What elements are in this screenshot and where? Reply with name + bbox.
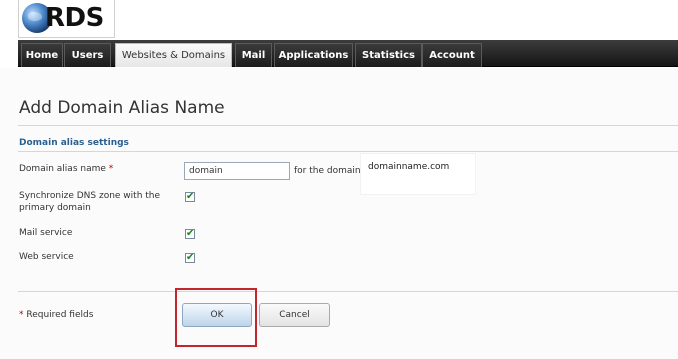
footer-divider [18,291,678,292]
sync-dns-checkbox[interactable]: ✔ [185,192,195,202]
alias-name-input[interactable] [184,162,290,180]
section-title: Domain alias settings [19,138,129,148]
page-title: Add Domain Alias Name [19,98,225,118]
section-divider [18,151,678,152]
main-nav: Home Users Websites & Domains Mail Appli… [18,40,678,67]
tab-mail[interactable]: Mail [235,43,272,67]
tab-account[interactable]: Account [422,43,482,67]
rds-logo[interactable]: RDS [18,0,115,38]
ok-button[interactable]: OK [182,303,252,327]
tab-applications[interactable]: Applications [274,43,353,67]
for-the-domain-text: for the domain [294,166,361,176]
tab-websites-domains[interactable]: Websites & Domains [115,43,232,67]
alias-name-label-text: Domain alias name [19,164,106,174]
mail-service-checkbox[interactable]: ✔ [185,229,195,239]
tab-users[interactable]: Users [64,43,111,67]
tab-home[interactable]: Home [21,43,63,67]
web-service-checkbox[interactable]: ✔ [185,253,195,263]
cancel-button[interactable]: Cancel [259,303,330,327]
domain-name-box [361,154,475,194]
required-fields-note: * Required fields [19,309,93,321]
required-fields-text: Required fields [26,310,94,320]
required-mark: * [108,164,114,174]
title-divider [18,125,678,126]
mail-service-label: Mail service [19,228,73,238]
alias-name-label: Domain alias name * [19,163,113,175]
web-service-label: Web service [19,252,74,262]
logo-text: RDS [45,3,104,33]
required-fields-mark: * [19,310,24,320]
domain-name-value: domainname.com [368,162,450,172]
sync-dns-label: Synchronize DNS zone with the primary do… [19,191,161,213]
tab-statistics[interactable]: Statistics [355,43,422,67]
